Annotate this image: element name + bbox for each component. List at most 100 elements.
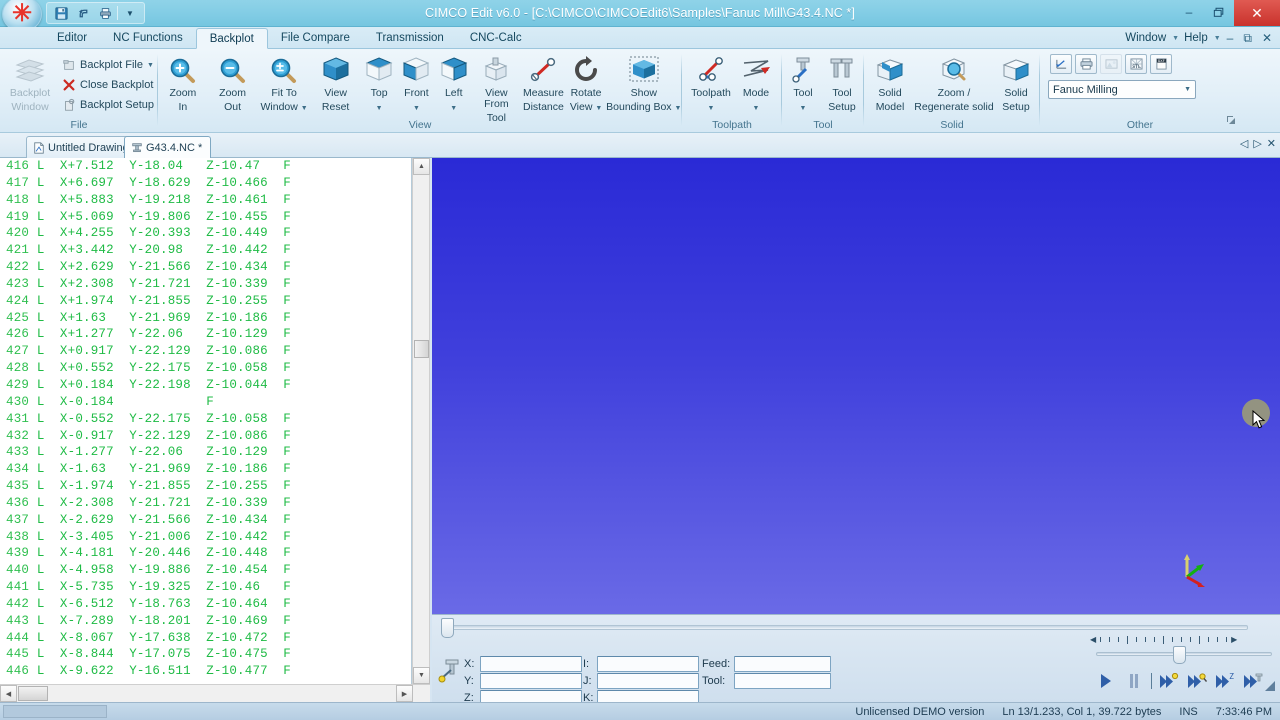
x-field[interactable] (480, 656, 582, 672)
code-line-number: 442 (6, 596, 37, 611)
zoom-regenerate-solid-button[interactable]: Zoom / Regenerate solid (913, 52, 995, 113)
rotate-view-button[interactable]: Rotate View ▼ (567, 52, 606, 114)
step-to-position-button[interactable] (1155, 670, 1183, 692)
speed-slider-handle[interactable] (1173, 646, 1186, 664)
other-dialog-launcher[interactable] (1226, 112, 1236, 130)
export-plot-icon[interactable] (1050, 54, 1072, 74)
tab-transmission[interactable]: Transmission (363, 27, 457, 49)
code-line-text: L X-3.405 Y-21.006 Z-10.442 F (36, 529, 291, 544)
code-line-text: L X-1.277 Y-22.06 Z-10.129 F (36, 445, 291, 460)
solid-setup-button[interactable]: Solid Setup (995, 52, 1037, 113)
toolpath-button[interactable]: Toolpath ▼ (687, 52, 735, 114)
tab-nc-functions[interactable]: NC Functions (100, 27, 196, 49)
snapshot-icon[interactable] (1100, 54, 1122, 74)
tab-editor[interactable]: Editor (44, 27, 100, 49)
step-to-z-button[interactable]: Z (1211, 670, 1239, 692)
doc-tab-untitled-drawing[interactable]: Untitled Drawing (26, 136, 138, 158)
doc-restore-icon[interactable]: ⧉ (1239, 31, 1256, 46)
tool-field[interactable] (734, 673, 831, 689)
tool-button[interactable]: Tool ▼ (784, 52, 822, 114)
measure-distance-label1: Measure (522, 87, 564, 99)
view-from-tool-button[interactable]: View From Tool (472, 52, 520, 124)
close-backplot-button[interactable]: Close Backplot (58, 75, 158, 95)
print-plot-icon[interactable] (1075, 54, 1097, 74)
doc-close-button[interactable]: ✕ (1267, 137, 1276, 150)
tab-file-compare[interactable]: File Compare (268, 27, 363, 49)
step-to-search-button[interactable] (1183, 670, 1211, 692)
tab-backplot[interactable]: Backplot (195, 28, 268, 49)
stl-export-icon[interactable]: STL (1125, 54, 1147, 74)
close-button[interactable]: ✕ (1234, 0, 1280, 26)
solid-model-button[interactable]: Solid Model (867, 52, 913, 113)
i-field[interactable] (597, 656, 699, 672)
nc-code-editor[interactable]: 416 L X+7.512 Y-18.04 Z-10.47 F 417 L X+6… (0, 158, 412, 684)
front-view-button[interactable]: Front ▼ (398, 52, 435, 114)
scroll-left-button[interactable]: ◀ (0, 685, 17, 702)
view-reset-button[interactable]: View Reset (311, 52, 361, 113)
scroll-right-button[interactable]: ▶ (396, 685, 413, 702)
zoom-in-button[interactable]: Zoom In (158, 52, 208, 113)
horizontal-scroll-thumb[interactable] (18, 686, 48, 701)
doc-tab-g43-nc[interactable]: G43.4.NC * (124, 136, 212, 158)
chevron-down-icon: ▼ (300, 105, 308, 112)
editor-vertical-scrollbar[interactable]: ▲ ▼ (412, 158, 430, 684)
backplot-setup-button[interactable]: Backplot Setup (58, 95, 158, 115)
minimize-button[interactable]: – (1174, 1, 1204, 23)
chevron-down-icon: ▼ (375, 105, 383, 112)
code-line: 438 L X-3.405 Y-21.006 Z-10.442 F (0, 529, 411, 546)
scroll-down-button[interactable]: ▼ (413, 667, 430, 684)
ruler-left-arrow-icon[interactable]: ◀ (1090, 635, 1096, 644)
y-field[interactable] (480, 673, 582, 689)
scroll-up-button[interactable]: ▲ (413, 158, 430, 175)
tick-major (1199, 635, 1201, 644)
print-plot-icon-svg (1080, 58, 1092, 70)
editor-horizontal-scrollbar[interactable]: ◀ ▶ (0, 684, 430, 702)
fit-to-window-button[interactable]: Fit To Window ▼ (257, 52, 310, 114)
code-line-text: L X+4.255 Y-20.393 Z-10.449 F (36, 226, 291, 241)
backplot-window-button[interactable]: Backplot Window (4, 52, 56, 113)
code-line-number: 420 (6, 226, 37, 241)
machine-select[interactable]: Fanuc Milling ▼ (1048, 80, 1196, 99)
code-line-number: 426 (6, 327, 37, 342)
doc-close-icon[interactable]: ✕ (1258, 31, 1276, 45)
play-button[interactable] (1092, 670, 1120, 692)
show-bounding-box-icon (629, 56, 659, 82)
doc-minimize-icon[interactable]: – (1223, 31, 1238, 45)
top-view-icon (365, 57, 393, 81)
tab-cnc-calc[interactable]: CNC-Calc (457, 27, 535, 49)
close-backplot-label: Close Backplot (80, 79, 154, 91)
tool-setup-button[interactable]: Tool Setup (822, 52, 862, 113)
dxf-export-icon[interactable]: DXF (1150, 54, 1172, 74)
doc-tab-untitled-label: Untitled Drawing (48, 141, 129, 154)
feed-field[interactable] (734, 656, 831, 672)
solid-group-content: Solid Model Zoom / Regenerate solid Soli… (864, 50, 1040, 116)
top-view-button[interactable]: Top ▼ (360, 52, 397, 114)
backplot-file-button[interactable]: Backplot File ▼ (58, 55, 158, 75)
show-bounding-box-button[interactable]: Show Bounding Box ▼ (606, 52, 682, 114)
left-view-button[interactable]: Left ▼ (435, 52, 472, 114)
doc-next-button[interactable]: ▷ (1253, 137, 1261, 150)
code-line: 428 L X+0.552 Y-22.175 Z-10.058 F (0, 360, 411, 377)
restore-button[interactable] (1204, 1, 1234, 23)
resize-grip-icon[interactable] (1264, 680, 1276, 692)
measure-distance-button[interactable]: Measure Distance (520, 52, 566, 113)
doc-prev-button[interactable]: ◁ (1240, 137, 1248, 150)
code-line: 419 L X+5.069 Y-19.806 Z-10.455 F (0, 209, 411, 226)
backplot-viewport[interactable] (432, 158, 1280, 614)
position-slider-handle[interactable] (441, 618, 454, 638)
zoom-out-button[interactable]: Zoom Out (208, 52, 258, 113)
ruler-right-arrow-icon[interactable]: ▶ (1231, 635, 1237, 644)
j-field[interactable] (597, 673, 699, 689)
chevron-down-icon: ▼ (707, 105, 715, 112)
code-line: 442 L X-6.512 Y-18.763 Z-10.464 F (0, 596, 411, 613)
pause-button[interactable] (1120, 670, 1148, 692)
vertical-scroll-thumb[interactable] (414, 340, 429, 358)
menu-window[interactable]: Window (1122, 32, 1169, 44)
code-line-text: L X+2.629 Y-21.566 Z-10.434 F (36, 260, 291, 275)
position-slider-track[interactable] (450, 625, 1248, 630)
menu-help[interactable]: Help (1181, 32, 1211, 44)
title-bar: ✳ ▼ CIMCO Edit v6.0 - [C:\CIMCO\CIMCOEdi… (0, 0, 1280, 32)
step-to-tool-button[interactable] (1239, 670, 1267, 692)
mode-button[interactable]: Mode ▼ (735, 52, 777, 114)
tick-major (1163, 635, 1165, 644)
